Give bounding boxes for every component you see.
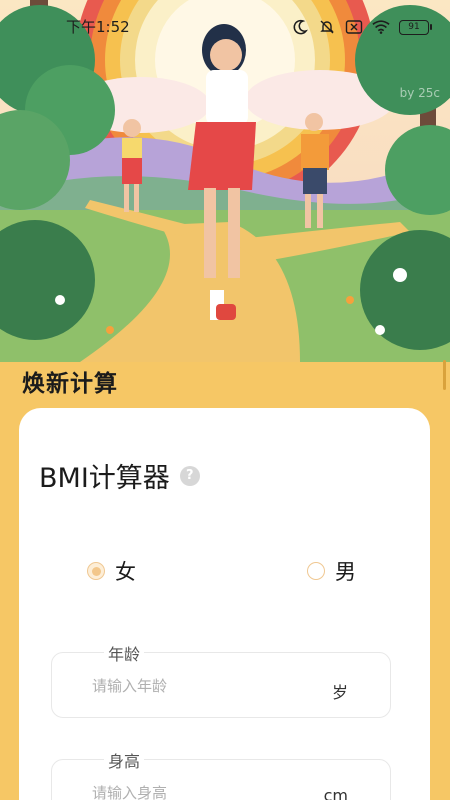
age-field: 年龄 岁 [51, 641, 391, 718]
age-input[interactable] [92, 677, 312, 695]
card-title: BMI计算器 [39, 463, 170, 494]
bell-off-icon [318, 18, 336, 36]
gender-female-option[interactable]: 女 [87, 556, 136, 586]
hero-illustration [0, 0, 450, 362]
status-icons: 91 [291, 18, 432, 36]
section-title: 焕新计算 [22, 371, 118, 397]
gender-female-label: 女 [115, 560, 136, 584]
card-header: BMI计算器 ? [39, 456, 200, 495]
radio-male[interactable] [307, 562, 325, 580]
status-time: 下午1:52 [66, 18, 130, 36]
sim-off-icon [345, 18, 363, 36]
wifi-icon [372, 18, 390, 36]
help-icon[interactable]: ? [179, 465, 200, 486]
hero-watermark: by 25c [399, 86, 440, 100]
age-label: 年龄 [104, 641, 145, 665]
battery-tip [430, 24, 432, 30]
age-unit: 岁 [331, 683, 348, 702]
radio-female[interactable] [87, 562, 105, 580]
status-bar: 下午1:52 91 [0, 0, 450, 52]
gender-male-option[interactable]: 男 [307, 556, 356, 586]
height-label: 身高 [104, 748, 145, 772]
gender-male-label: 男 [335, 560, 356, 584]
battery-icon: 91 [399, 19, 432, 35]
bmi-calculator-card: BMI计算器 ? 女 男 年龄 岁 身高 cm [19, 408, 430, 800]
battery-level: 91 [399, 19, 429, 35]
scrollbar-thumb[interactable] [443, 360, 446, 390]
moon-icon [291, 18, 309, 36]
height-input[interactable] [92, 784, 312, 800]
height-field: 身高 cm [51, 748, 391, 800]
height-unit: cm [323, 786, 348, 800]
